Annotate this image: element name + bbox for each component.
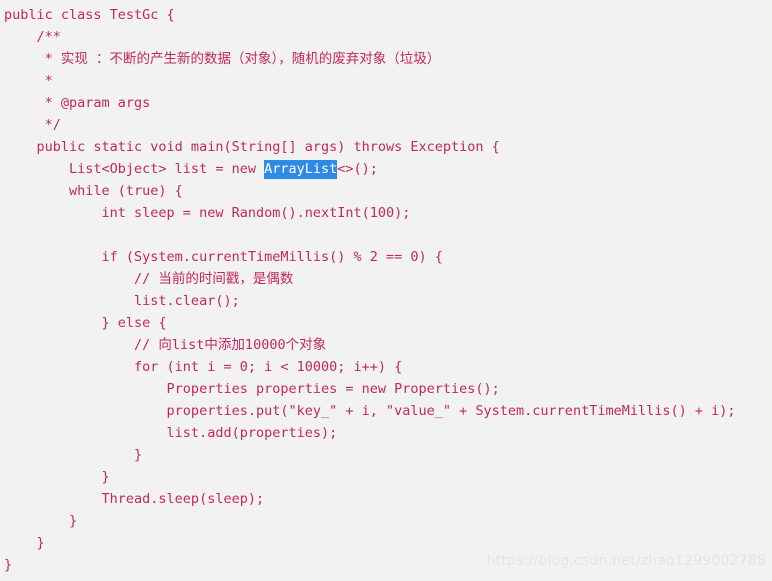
code-text: while (true) { <box>4 183 183 199</box>
code-text: } <box>4 469 110 485</box>
code-text: Thread.sleep(sleep); <box>4 491 265 507</box>
code-text: } <box>4 513 78 529</box>
selected-token[interactable]: ArrayList <box>264 160 338 179</box>
code-line[interactable]: public static void main(String[] args) t… <box>4 136 772 158</box>
code-line[interactable]: int sleep = new Random().nextInt(100); <box>4 202 772 224</box>
code-text: Properties properties = new Properties()… <box>4 381 500 397</box>
code-line[interactable]: Thread.sleep(sleep); <box>4 488 772 510</box>
code-line[interactable]: Properties properties = new Properties()… <box>4 378 772 400</box>
code-line[interactable]: list.add(properties); <box>4 422 772 444</box>
code-text: * <box>4 73 53 89</box>
code-text: list.clear(); <box>4 293 240 309</box>
code-viewer[interactable]: public class TestGc { /** * 实现 ：不断的产生新的数… <box>0 0 772 581</box>
code-line[interactable]: properties.put("key_" + i, "value_" + Sy… <box>4 400 772 422</box>
code-text: // 向list中添加10000个对象 <box>4 337 327 353</box>
code-line[interactable]: } else { <box>4 312 772 334</box>
code-line[interactable]: list.clear(); <box>4 290 772 312</box>
code-text: } <box>4 447 143 463</box>
code-line[interactable]: } <box>4 532 772 554</box>
code-text: for (int i = 0; i < 10000; i++) { <box>4 359 403 375</box>
code-text: // 当前的时间戳，是偶数 <box>4 271 294 287</box>
code-line[interactable]: * @param args <box>4 92 772 114</box>
code-text: } <box>4 557 13 573</box>
code-text: <>(); <box>337 161 378 177</box>
code-text: * @param args <box>4 95 151 111</box>
code-text: /** <box>4 29 61 45</box>
code-line[interactable]: * 实现 ：不断的产生新的数据（对象），随机的废弃对象（垃圾） <box>4 48 772 70</box>
code-line[interactable]: } <box>4 554 772 576</box>
code-line[interactable]: while (true) { <box>4 180 772 202</box>
code-line[interactable]: for (int i = 0; i < 10000; i++) { <box>4 356 772 378</box>
code-line[interactable]: if (System.currentTimeMillis() % 2 == 0)… <box>4 246 772 268</box>
code-line[interactable]: public class TestGc { <box>4 4 772 26</box>
code-line[interactable]: } <box>4 510 772 532</box>
code-text: } else { <box>4 315 167 331</box>
code-text: * 实现 ：不断的产生新的数据（对象），随机的废弃对象（垃圾） <box>4 51 441 67</box>
code-line[interactable] <box>4 224 772 246</box>
code-text: */ <box>4 117 61 133</box>
code-line[interactable]: List<Object> list = new ArrayList<>(); <box>4 158 772 180</box>
code-text: public class TestGc { <box>4 7 175 23</box>
code-text: } <box>4 535 45 551</box>
code-text: int sleep = new Random().nextInt(100); <box>4 205 411 221</box>
code-text: properties.put("key_" + i, "value_" + Sy… <box>4 403 736 419</box>
code-text: List<Object> list = new <box>4 161 265 177</box>
code-text: public static void main(String[] args) t… <box>4 139 500 155</box>
code-line[interactable]: // 当前的时间戳，是偶数 <box>4 268 772 290</box>
code-text: if (System.currentTimeMillis() % 2 == 0)… <box>4 249 443 265</box>
code-line[interactable]: // 向list中添加10000个对象 <box>4 334 772 356</box>
code-line[interactable]: } <box>4 466 772 488</box>
code-line[interactable]: * <box>4 70 772 92</box>
code-line[interactable]: } <box>4 444 772 466</box>
code-line[interactable]: */ <box>4 114 772 136</box>
code-text: list.add(properties); <box>4 425 338 441</box>
code-line-list[interactable]: public class TestGc { /** * 实现 ：不断的产生新的数… <box>4 4 772 576</box>
code-line[interactable]: /** <box>4 26 772 48</box>
